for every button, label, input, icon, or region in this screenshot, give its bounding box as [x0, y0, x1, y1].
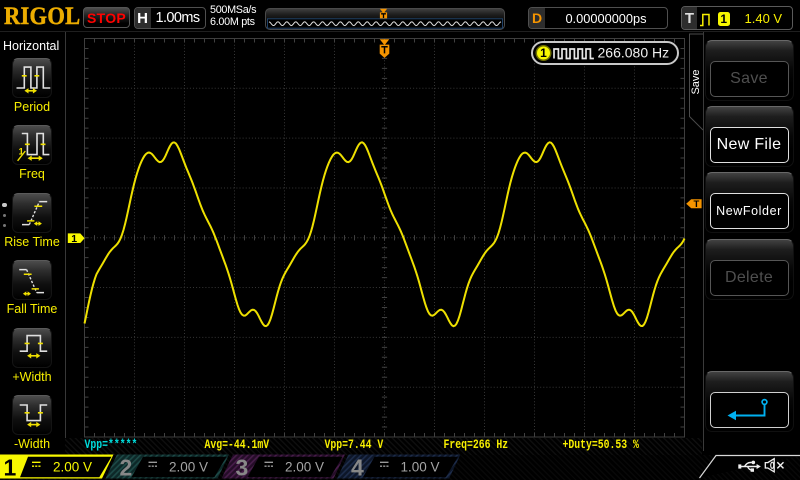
svg-text:266.080 Hz: 266.080 Hz — [598, 45, 670, 61]
svg-text:2.00 V: 2.00 V — [169, 459, 208, 474]
svg-text:1: 1 — [71, 233, 77, 245]
svg-text:2: 2 — [120, 455, 133, 480]
svg-text:1.00 V: 1.00 V — [401, 459, 440, 474]
svg-text:4: 4 — [351, 455, 364, 480]
svg-text:1: 1 — [540, 46, 547, 60]
svg-text:2.00 V: 2.00 V — [285, 459, 324, 474]
svg-text:1: 1 — [4, 455, 17, 480]
svg-text:2.00 V: 2.00 V — [53, 459, 92, 474]
svg-text:T: T — [693, 199, 699, 210]
svg-text:3: 3 — [236, 455, 249, 480]
